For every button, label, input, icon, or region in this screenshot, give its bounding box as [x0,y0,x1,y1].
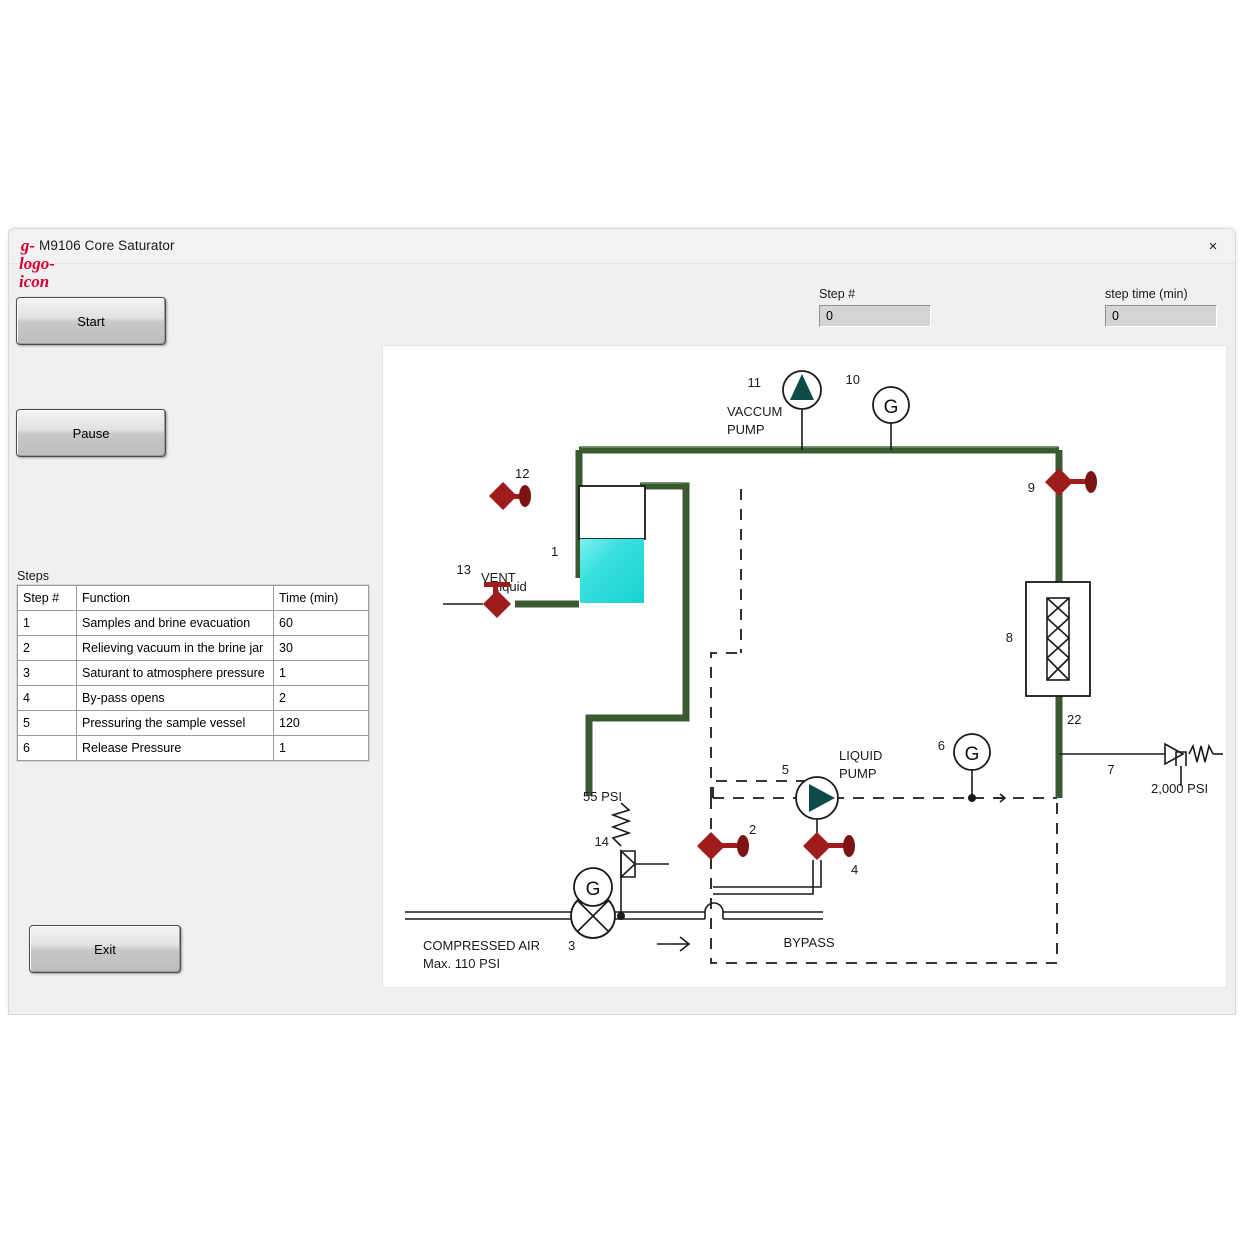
cell-function: Saturant to atmosphere pressure [76,660,274,686]
bypass-flow-arrow-icon [995,793,1007,803]
air-header-junction [617,912,625,920]
cell-function: Samples and brine evacuation [76,610,274,636]
tag-label-line-22: 22 [1067,712,1081,727]
tag-label-liquid-pump: 5 [782,762,789,777]
cell-step: 4 [17,685,77,711]
air-header-right [723,911,823,920]
process-diagram-panel: 1 VENT Liquid 11 VACCUM PUMP G 10 [382,345,1227,988]
valve-12-icon[interactable] [489,482,531,510]
liquid-pump-label-2: PUMP [839,766,877,781]
tag-label-valve-12: 12 [515,466,529,481]
tag-label-gauge-6: 6 [938,738,945,753]
relief-14-spring-icon [610,802,632,847]
exit-button[interactable]: Exit [29,925,181,973]
compressed-air-label-1: COMPRESSED AIR [423,938,540,953]
cell-function: By-pass opens [76,685,274,711]
relief-2000-psi-label: 2,000 PSI [1151,781,1208,796]
bypass-dashed-loop [710,798,1058,964]
gauge-6-junction [968,794,976,802]
liquid-pump-label-1: LIQUID [839,748,882,763]
steps-caption: Steps [17,569,49,583]
column-header-step: Step # [17,585,77,611]
cell-function: Release Pressure [76,735,274,761]
tag-label-gauge-10: 10 [846,372,860,387]
core-sample-icon [1046,597,1070,681]
cell-step: 3 [17,660,77,686]
valve-9-icon[interactable] [1045,468,1097,496]
table-row[interactable]: 5 Pressuring the sample vessel 120 [17,710,369,736]
table-header-row: Step # Function Time (min) [17,585,369,611]
relief-55-psi-label: 55 PSI [583,789,622,804]
title-bar: g-logo-icon M9106 Core Saturator × [9,229,1235,291]
tag-label-air-valve-3: 3 [568,938,575,953]
gauge-air-glyph: G [586,879,601,900]
bypass-dashed-left-riser [710,652,741,798]
valve-4-icon[interactable] [803,832,855,860]
cell-step: 5 [17,710,77,736]
tag-label-relief-7: 7 [1107,762,1114,777]
window-title: M9106 Core Saturator [39,238,175,253]
compressed-air-header [405,911,705,920]
table-row[interactable]: 2 Relieving vacuum in the brine jar 30 [17,635,369,661]
table-row[interactable]: 3 Saturant to atmosphere pressure 1 [17,660,369,686]
column-header-time: Time (min) [273,585,369,611]
bypass-label: BYPASS [783,935,834,950]
g-logo-icon: g-logo-icon [19,236,55,291]
cell-step: 6 [17,735,77,761]
step-time-field[interactable]: 0 [1105,305,1217,327]
step-number-label: Step # [819,287,856,301]
table-row[interactable]: 4 By-pass opens 2 [17,685,369,711]
compressed-air-label-2: Max. 110 PSI [423,956,500,971]
tag-label-relief-14: 14 [595,834,609,849]
vacuum-pump-label-1: VACCUM [727,404,782,419]
cell-time: 1 [273,735,369,761]
cell-time: 30 [273,635,369,661]
tag-label-valve-9: 9 [1028,480,1035,495]
valve-4-downleg [713,860,822,895]
column-header-function: Function [76,585,274,611]
tag-label-vessel-8: 8 [1006,630,1013,645]
step-time-label: step time (min) [1105,287,1188,301]
brine-jar-liquid [580,539,644,603]
cell-step: 1 [17,610,77,636]
cell-function: Pressuring the sample vessel [76,710,274,736]
tag-label-tank: 1 [551,544,558,559]
steps-table-body: 1 Samples and brine evacuation 60 2 Reli… [17,610,369,761]
process-flow-diagram: 1 VENT Liquid 11 VACCUM PUMP G 10 [405,370,1223,971]
cell-step: 2 [17,635,77,661]
gauge-6-glyph: G [965,744,980,765]
valve-2-icon[interactable] [697,832,749,860]
screen-root: g-logo-icon M9106 Core Saturator × Start… [0,0,1242,1242]
cell-time: 1 [273,660,369,686]
application-window: g-logo-icon M9106 Core Saturator × Start… [8,228,1236,1015]
gauge-10-glyph: G [884,397,899,418]
table-row[interactable]: 6 Release Pressure 1 [17,735,369,761]
cell-function: Relieving vacuum in the brine jar [76,635,274,661]
relief-7-body [1175,751,1187,766]
pause-button[interactable]: Pause [16,409,166,457]
vacuum-pump-label-2: PUMP [727,422,765,437]
relief-14-body [620,850,636,878]
tag-label-valve-4: 4 [851,862,858,877]
cell-time: 120 [273,710,369,736]
tag-label-vacuum-pump: 11 [748,375,762,390]
flow-direction-arrow-icon [657,936,691,952]
step-number-field[interactable]: 0 [819,305,931,327]
table-row[interactable]: 1 Samples and brine evacuation 60 [17,610,369,636]
cell-time: 60 [273,610,369,636]
steps-table: Step # Function Time (min) 1 Samples and… [17,585,369,761]
start-button[interactable]: Start [16,297,166,345]
close-icon[interactable]: × [1199,234,1227,258]
tag-label-valve-2: 2 [749,822,756,837]
tag-label-valve-13: 13 [457,562,471,577]
relief-14-arrow-icon [620,849,637,879]
cell-time: 2 [273,685,369,711]
relief-7-spring-icon [1188,743,1214,763]
relief-7-arrow-icon [1164,742,1185,766]
pipe-crossover-hop [704,902,724,919]
brine-jar-vessel [578,485,646,540]
